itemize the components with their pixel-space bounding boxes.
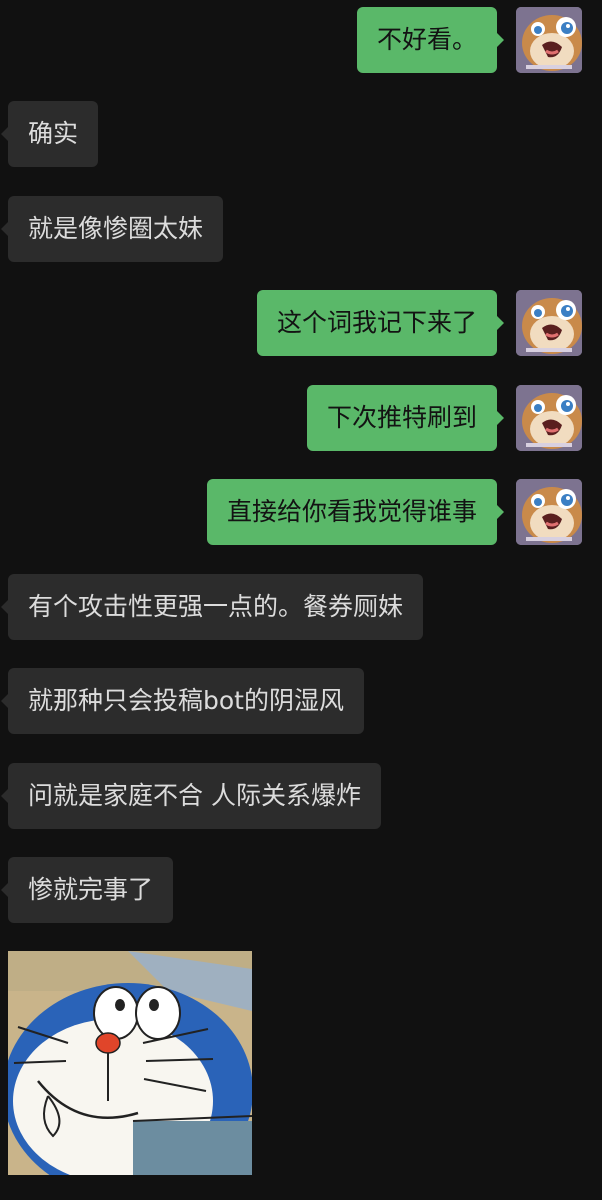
incoming-message[interactable]: 问就是家庭不合 人际关系爆炸 <box>1 763 381 829</box>
my-avatar-icon[interactable] <box>516 479 582 545</box>
incoming-message[interactable]: 确实 <box>0 101 99 167</box>
my-avatar-icon[interactable] <box>516 290 582 356</box>
incoming-message[interactable]: 就那种只会投稿bot的阴湿风 <box>1 668 364 734</box>
incoming-message[interactable]: 有个攻击性更强一点的。餐券厕妹 <box>0 574 424 640</box>
outgoing-message[interactable]: 下次推特刷到 <box>306 385 505 451</box>
my-avatar-icon[interactable] <box>516 7 582 73</box>
doraemon-sticker[interactable] <box>8 951 252 1175</box>
outgoing-message[interactable]: 直接给你看我觉得谁事 <box>206 479 505 545</box>
my-avatar-icon[interactable] <box>516 385 582 451</box>
incoming-message[interactable]: 就是像惨圈太妹 <box>0 196 224 262</box>
incoming-message[interactable]: 惨就完事了 <box>0 857 174 923</box>
outgoing-message[interactable]: 不好看。 <box>356 7 505 73</box>
outgoing-message[interactable]: 这个词我记下来了 <box>256 290 505 356</box>
